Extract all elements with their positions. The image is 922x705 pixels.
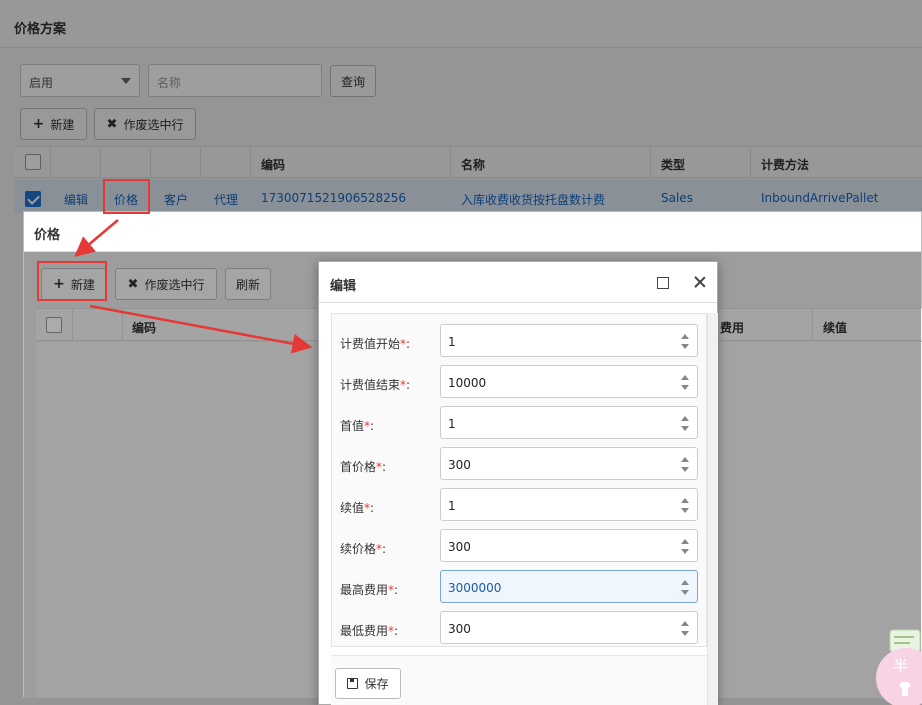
annotation-arrow-to-new bbox=[74, 219, 119, 257]
sticker-text: 半 bbox=[893, 657, 909, 675]
annotation-arrow-to-dialog bbox=[89, 304, 313, 354]
annotation-arrows bbox=[74, 219, 313, 354]
